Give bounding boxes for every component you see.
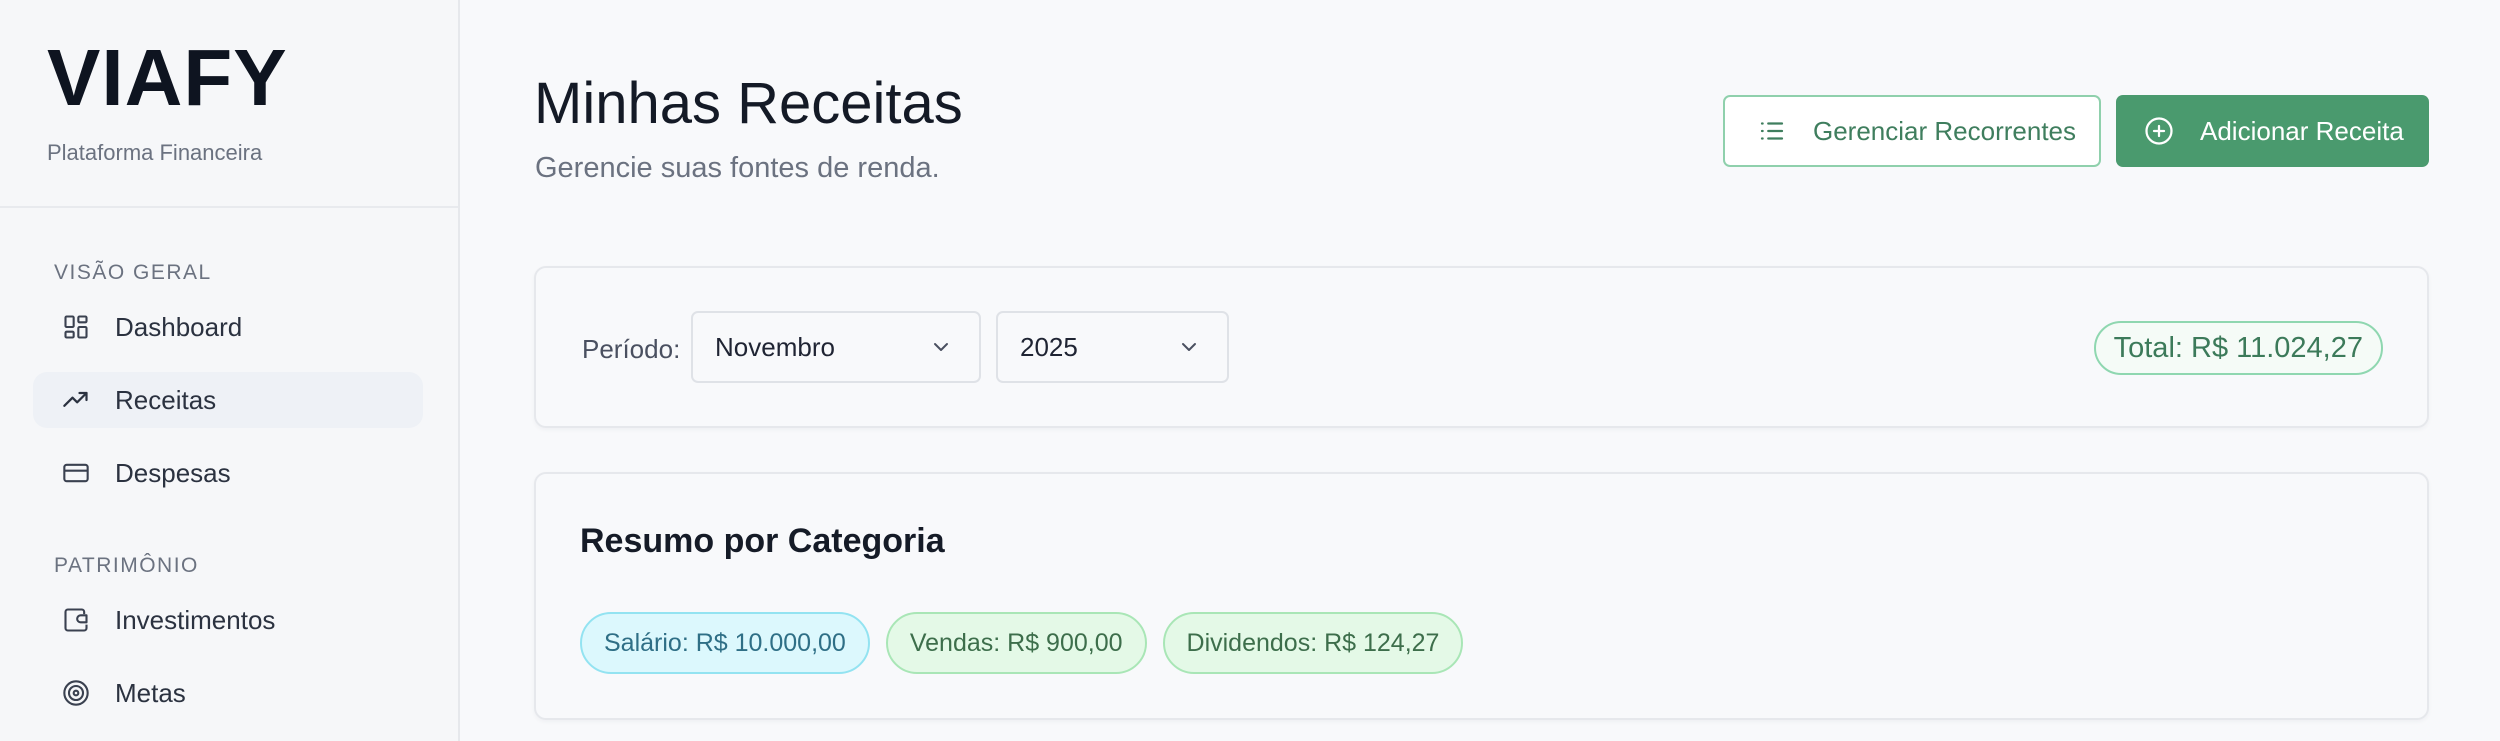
total-badge: Total: R$ 11.024,27 [2093, 321, 2383, 375]
manage-recurring-button[interactable]: Gerenciar Recorrentes [1723, 95, 2101, 167]
sidebar-item-label: Despesas [115, 457, 231, 488]
nav-heading-overview: VISÃO GERAL [54, 261, 212, 284]
sidebar-item-metas[interactable]: Metas [33, 665, 423, 721]
target-icon [61, 678, 91, 708]
nav-section-overview: VISÃO GERAL Dashboard Receitas Despesas [0, 261, 458, 501]
summary-title: Resumo por Categoria [580, 522, 945, 560]
sidebar-item-label: Investimentos [115, 604, 276, 635]
nav-section-patrimonio: PATRIMÔNIO Investimentos Metas [0, 554, 458, 721]
chevron-down-icon [1182, 343, 1196, 351]
brand-block: VIAFY Plataforma Financeira [0, 0, 458, 208]
trending-up-icon [61, 385, 91, 415]
sidebar-item-label: Metas [115, 677, 186, 708]
add-income-label: Adicionar Receita [2200, 115, 2404, 146]
sidebar-item-investimentos[interactable]: Investimentos [33, 592, 423, 648]
plus-circle-icon [2144, 116, 2174, 146]
nav-heading-patrimonio: PATRIMÔNIO [54, 554, 199, 577]
period-filter-card: Período: Novembro 2025 Total: R$ 11.024,… [534, 266, 2429, 428]
sidebar-item-receitas[interactable]: Receitas [33, 372, 423, 428]
sidebar-item-label: Receitas [115, 384, 217, 415]
manage-recurring-label: Gerenciar Recorrentes [1813, 115, 2076, 146]
category-chip-dividendos: Dividendos: R$ 124,27 [1162, 612, 1464, 674]
dashboard-grid-icon [61, 312, 91, 342]
category-chip-vendas: Vendas: R$ 900,00 [885, 612, 1147, 674]
add-income-button[interactable]: Adicionar Receita [2116, 95, 2429, 167]
year-select-value: 2025 [1020, 331, 1078, 362]
sidebar-item-despesas[interactable]: Despesas [33, 445, 423, 501]
month-select[interactable]: Novembro [691, 311, 981, 383]
chevron-down-icon [934, 343, 948, 351]
brand-logo[interactable]: VIAFY [47, 38, 458, 118]
year-select[interactable]: 2025 [996, 311, 1229, 383]
month-select-value: Novembro [715, 331, 835, 362]
sidebar-item-dashboard[interactable]: Dashboard [33, 299, 423, 355]
page-title: Minhas Receitas [534, 71, 963, 136]
category-chips: Salário: R$ 10.000,00 Vendas: R$ 900,00 … [580, 612, 1464, 674]
sidebar: VIAFY Plataforma Financeira VISÃO GERAL … [0, 0, 460, 741]
category-summary-card: Resumo por Categoria Salário: R$ 10.000,… [534, 472, 2429, 720]
sidebar-item-label: Dashboard [115, 311, 243, 342]
page-subtitle: Gerencie suas fontes de renda. [535, 152, 940, 184]
brand-subtitle: Plataforma Financeira [47, 140, 263, 165]
list-icon [1757, 116, 1787, 146]
category-chip-salario: Salário: R$ 10.000,00 [580, 612, 870, 674]
period-label: Período: [582, 334, 681, 364]
credit-card-icon [61, 458, 91, 488]
wallet-icon [61, 605, 91, 635]
